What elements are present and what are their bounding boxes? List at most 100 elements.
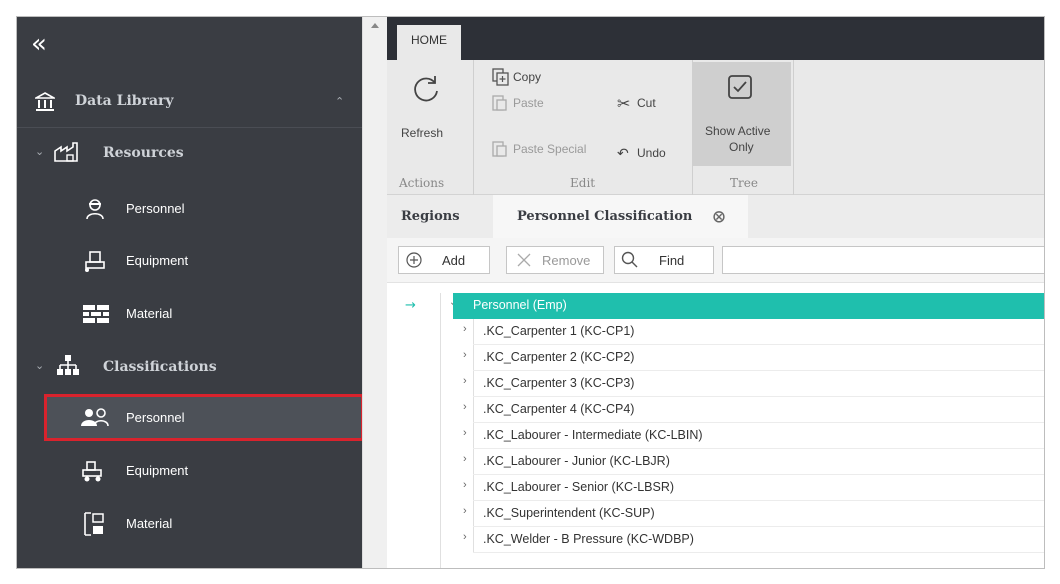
expand-chevron-icon[interactable]: › [463,323,467,335]
tab-regions[interactable]: Regions [401,195,460,238]
find-button[interactable]: Find [614,246,714,274]
tree-row-label: .KC_Carpenter 2 (KC-CP2) [483,350,635,364]
expand-chevron-icon[interactable]: › [463,531,467,543]
ribbon: Refresh Copy Paste Paste Special ✂ Cut ↶ [387,60,1044,195]
scissors-icon: ✂ [617,94,631,113]
tree-row-label: .KC_Labourer - Junior (KC-LBJR) [483,454,670,468]
sidebar-item-resources-personnel[interactable]: Personnel [17,192,362,226]
tree-row[interactable]: › .KC_Carpenter 3 (KC-CP3) [387,371,1044,397]
divider [17,127,362,128]
document-tabs: Regions Personnel Classification ⨂ [387,195,1044,238]
checkbox-checked-icon [728,75,752,99]
tree-row-label: .KC_Labourer - Senior (KC-LBSR) [483,480,675,494]
expand-chevron-icon[interactable]: › [463,427,467,439]
cut-button[interactable]: Cut [637,96,656,110]
sidebar: « Data Library ⌃ ⌄ Resources Personnel E… [17,17,364,568]
group-label-edit: Edit [570,176,596,190]
find-label: Find [659,252,685,268]
equipment-icon [85,251,105,272]
chevron-down-icon[interactable]: ⌄ [35,145,44,158]
paste-button[interactable]: Paste [513,96,544,110]
search-input[interactable] [722,246,1044,274]
sidebar-item-resources-equipment[interactable]: Equipment [17,244,362,278]
tree-row[interactable]: › .KC_Carpenter 2 (KC-CP2) [387,345,1044,371]
tree-row[interactable]: › .KC_Labourer - Junior (KC-LBJR) [387,449,1044,475]
chevron-down-icon[interactable]: ⌄ [35,359,44,372]
tab-personnel-classification[interactable]: Personnel Classification ⨂ [493,195,748,238]
paste-special-icon [492,141,507,157]
divider [473,319,474,345]
add-button[interactable]: Add [398,246,490,274]
tree-row[interactable]: › .KC_Carpenter 4 (KC-CP4) [387,397,1044,423]
sidebar-item-resources-material[interactable]: Material [17,297,362,331]
add-label: Add [442,252,466,268]
forklift-icon [82,461,102,482]
show-active-only-label-1: Show Active [705,124,771,138]
sidebar-resources[interactable]: ⌄ Resources [17,135,362,171]
tree-row[interactable]: › .KC_Labourer - Intermediate (KC-LBIN) [387,423,1044,449]
remove-icon [517,253,531,267]
sidebar-item-label: Personnel [126,410,185,425]
paste-icon [492,95,507,111]
collapse-sidebar-icon[interactable]: « [31,29,47,59]
copy-button[interactable]: Copy [513,70,541,84]
tree-root-row[interactable]: Personnel (Emp) [453,293,1044,319]
expand-chevron-icon[interactable]: › [463,479,467,491]
sidebar-item-classifications-equipment[interactable]: Equipment [17,454,362,488]
worker-icon [86,199,104,220]
group-users-icon [81,408,109,427]
divider [793,60,794,195]
tree-row-label: .KC_Welder - B Pressure (KC-WDBP) [483,532,694,546]
tree-row[interactable]: › .KC_Superintendent (KC-SUP) [387,501,1044,527]
sidebar-item-label: Material [126,516,173,531]
divider [473,60,474,195]
current-row-arrow-icon: → [405,298,416,313]
sidebar-resources-label: Resources [103,145,184,161]
divider [473,475,474,501]
divider [473,345,474,371]
close-tab-icon[interactable]: ⨂ [713,195,725,238]
sidebar-item-classifications-material[interactable]: Material [17,507,362,541]
tree-row[interactable]: › .KC_Carpenter 1 (KC-CP1) [387,319,1044,345]
expand-chevron-icon[interactable]: › [463,453,467,465]
sidebar-item-label: Equipment [126,253,189,268]
sidebar-classifications[interactable]: ⌄ Classifications [17,349,362,385]
tree-row-label: .KC_Carpenter 3 (KC-CP3) [483,376,635,390]
divider [473,501,474,527]
tree-row[interactable]: › .KC_Labourer - Senior (KC-LBSR) [387,475,1044,501]
bricks-icon [83,305,109,323]
tab-home[interactable]: HOME [397,25,461,60]
refresh-button[interactable]: Refresh [401,126,443,140]
refresh-icon[interactable] [411,74,441,104]
remove-button[interactable]: Remove [506,246,604,274]
sidebar-item-label: Personnel [126,201,185,216]
tree-row[interactable]: › .KC_Welder - B Pressure (KC-WDBP) [387,527,1044,553]
sidebar-scrollbar[interactable] [362,17,387,568]
sidebar-item-label: Material [126,306,173,321]
chevron-up-icon[interactable]: ⌃ [335,95,344,108]
undo-button[interactable]: Undo [637,146,666,160]
divider [473,423,474,449]
divider [473,449,474,475]
tab-label: Personnel Classification [517,209,693,224]
factory-icon [54,142,78,162]
bank-icon [35,92,55,111]
expand-chevron-icon[interactable]: › [463,401,467,413]
sidebar-item-classifications-personnel[interactable]: Personnel [17,401,362,435]
app-window: « Data Library ⌃ ⌄ Resources Personnel E… [16,16,1045,569]
title-bar: HOME [387,17,1044,60]
expand-chevron-icon[interactable]: › [463,505,467,517]
expand-chevron-icon[interactable]: › [463,375,467,387]
hierarchy-icon [57,355,79,375]
main-panel: HOME Refresh Copy Paste Paste Special ✂ … [387,17,1044,568]
remove-label: Remove [542,252,591,268]
paste-special-button[interactable]: Paste Special [513,142,586,156]
tree-row-label: .KC_Carpenter 4 (KC-CP4) [483,402,635,416]
divider [473,527,474,553]
sidebar-data-library[interactable]: Data Library ⌃ [17,85,362,119]
show-active-only-label-2: Only [729,140,754,154]
expand-chevron-icon[interactable]: › [463,349,467,361]
copy-icon [492,68,509,86]
tree-row-label: .KC_Superintendent (KC-SUP) [483,506,655,520]
scroll-up-icon[interactable] [371,23,379,28]
